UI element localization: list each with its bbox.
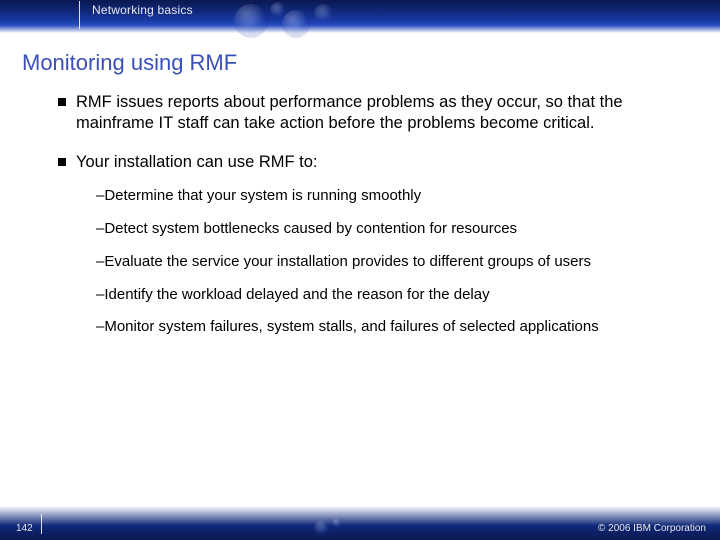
sub-item: –Evaluate the service your installation … — [96, 253, 680, 272]
slide: Networking basics Monitoring using RMF R… — [0, 0, 720, 540]
sub-item: –Identify the workload delayed and the r… — [96, 286, 680, 305]
slide-title: Monitoring using RMF — [22, 50, 237, 76]
bullet-text: Your installation can use RMF to: — [76, 153, 318, 171]
sub-item: –Determine that your system is running s… — [96, 187, 680, 206]
chapter-label: Networking basics — [92, 3, 193, 17]
sub-text: Monitor system failures, system stalls, … — [104, 318, 598, 335]
bubble-decoration-icon — [282, 10, 310, 38]
footer-divider — [41, 514, 42, 534]
sub-item: –Monitor system failures, system stalls,… — [96, 318, 680, 337]
bubble-decoration-icon — [314, 520, 330, 536]
sub-text: Detect system bottlenecks caused by cont… — [104, 220, 517, 237]
bullet-item: RMF issues reports about performance pro… — [58, 92, 680, 134]
bullet-item: Your installation can use RMF to: –Deter… — [58, 152, 680, 337]
bubble-decoration-icon — [234, 4, 268, 38]
footer-band: 142 © 2006 IBM Corporation — [0, 504, 720, 540]
sub-text: Determine that your system is running sm… — [104, 187, 421, 204]
bubble-decoration-icon — [314, 4, 334, 24]
sub-list: –Determine that your system is running s… — [96, 187, 680, 337]
copyright-text: © 2006 IBM Corporation — [598, 523, 706, 534]
header-band: Networking basics — [0, 0, 720, 36]
sub-item: –Detect system bottlenecks caused by con… — [96, 220, 680, 239]
sub-text: Evaluate the service your installation p… — [104, 253, 591, 270]
sub-text: Identify the workload delayed and the re… — [104, 286, 489, 303]
body-content: RMF issues reports about performance pro… — [58, 92, 680, 355]
bubble-decoration-icon — [332, 518, 342, 528]
header-divider — [79, 1, 80, 29]
bullet-text: RMF issues reports about performance pro… — [76, 93, 623, 132]
page-number: 142 — [16, 523, 33, 534]
